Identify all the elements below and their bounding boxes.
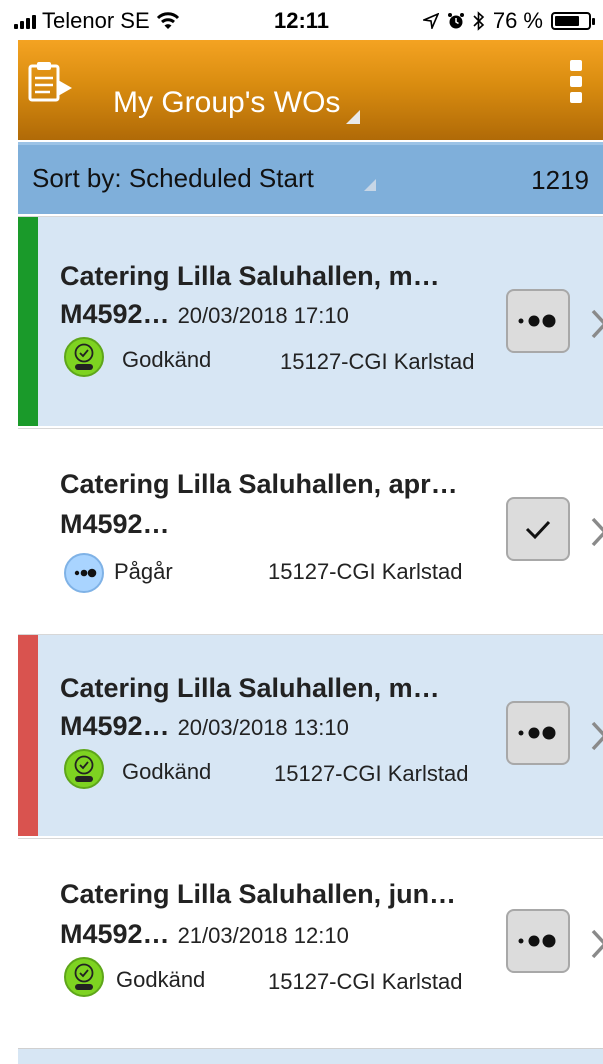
work-order-row[interactable]: Catering Lilla Saluhallen, m… M4592… 20/0…: [18, 216, 603, 426]
more-actions-button[interactable]: [506, 701, 570, 765]
group-label: 15127-CGI Karlstad: [268, 969, 463, 994]
work-order-date: 20/03/2018 13:10: [177, 715, 349, 740]
work-order-title: Catering Lilla Saluhallen, apr…: [60, 469, 458, 499]
sort-dropdown-caret-icon[interactable]: [364, 179, 376, 191]
chevron-right-icon[interactable]: [588, 307, 603, 341]
in-progress-dots-icon: [64, 553, 104, 593]
chevron-right-icon[interactable]: [588, 719, 603, 753]
priority-stripe: [18, 217, 38, 426]
bluetooth-icon: [473, 11, 485, 31]
work-order-id: M4592…: [60, 919, 170, 949]
work-order-id-line: M4592… 20/03/2018 13:10: [60, 711, 349, 742]
work-order-title: Catering Lilla Saluhallen, jun…: [60, 879, 457, 909]
work-order-row[interactable]: Catering Lilla Saluhallen, jun… M4592… 21…: [18, 838, 603, 1046]
group-label: 15127-CGI Karlstad: [274, 761, 469, 786]
more-actions-button[interactable]: [506, 289, 570, 353]
complete-button[interactable]: [506, 497, 570, 561]
approved-check-icon: [64, 957, 104, 997]
more-dots-icon: [518, 726, 556, 740]
work-order-title: Catering Lilla Saluhallen, m…: [60, 673, 440, 703]
status-bar: Telenor SE 12:11 76 %: [0, 0, 603, 40]
header-title[interactable]: My Group's WOs: [113, 86, 340, 120]
work-order-id-line: M4592…: [60, 509, 170, 540]
clipboard-play-icon[interactable]: [26, 58, 76, 108]
sort-bar: Sort by: Scheduled Start 1219: [18, 142, 603, 214]
work-order-id-line: M4592… 20/03/2018 17:10: [60, 299, 349, 330]
work-order-id-line: M4592… 21/03/2018 12:10: [60, 919, 349, 950]
checkmark-icon: [525, 520, 551, 540]
next-row-partial[interactable]: [18, 1048, 603, 1064]
work-order-date: 21/03/2018 12:10: [177, 923, 349, 948]
more-dots-icon: [518, 934, 556, 948]
priority-stripe: [18, 635, 38, 836]
sort-by-selector[interactable]: Sort by: Scheduled Start: [32, 163, 314, 194]
title-dropdown-caret-icon[interactable]: [346, 110, 360, 124]
approved-check-icon: [64, 749, 104, 789]
work-order-id: M4592…: [60, 509, 170, 539]
location-arrow-icon: [422, 13, 439, 29]
app-header: My Group's WOs: [18, 40, 603, 140]
alarm-icon: [447, 13, 464, 29]
work-order-id: M4592…: [60, 299, 170, 329]
battery-percent: 76 %: [492, 8, 543, 33]
approved-check-icon: [64, 337, 104, 377]
status-right: 76 %: [422, 8, 595, 34]
work-order-row[interactable]: Catering Lilla Saluhallen, m… M4592… 20/0…: [18, 634, 603, 836]
battery-icon: [551, 12, 595, 30]
kebab-menu-icon[interactable]: [570, 60, 584, 104]
work-order-id: M4592…: [60, 711, 170, 741]
chevron-right-icon[interactable]: [588, 515, 603, 549]
battery-fill: [555, 16, 579, 26]
work-order-date: 20/03/2018 17:10: [177, 303, 349, 328]
status-label: Pågår: [114, 559, 173, 584]
chevron-right-icon[interactable]: [588, 927, 603, 961]
work-order-row[interactable]: Catering Lilla Saluhallen, apr… M4592… P…: [18, 428, 603, 632]
more-actions-button[interactable]: [506, 909, 570, 973]
work-order-title: Catering Lilla Saluhallen, m…: [60, 261, 440, 291]
more-dots-icon: [518, 314, 556, 328]
group-label: 15127-CGI Karlstad: [280, 349, 475, 374]
status-label: Godkänd: [122, 759, 212, 784]
result-count: 1219: [531, 165, 589, 195]
status-label: Godkänd: [116, 967, 206, 992]
status-label: Godkänd: [122, 347, 212, 372]
group-label: 15127-CGI Karlstad: [268, 559, 463, 584]
